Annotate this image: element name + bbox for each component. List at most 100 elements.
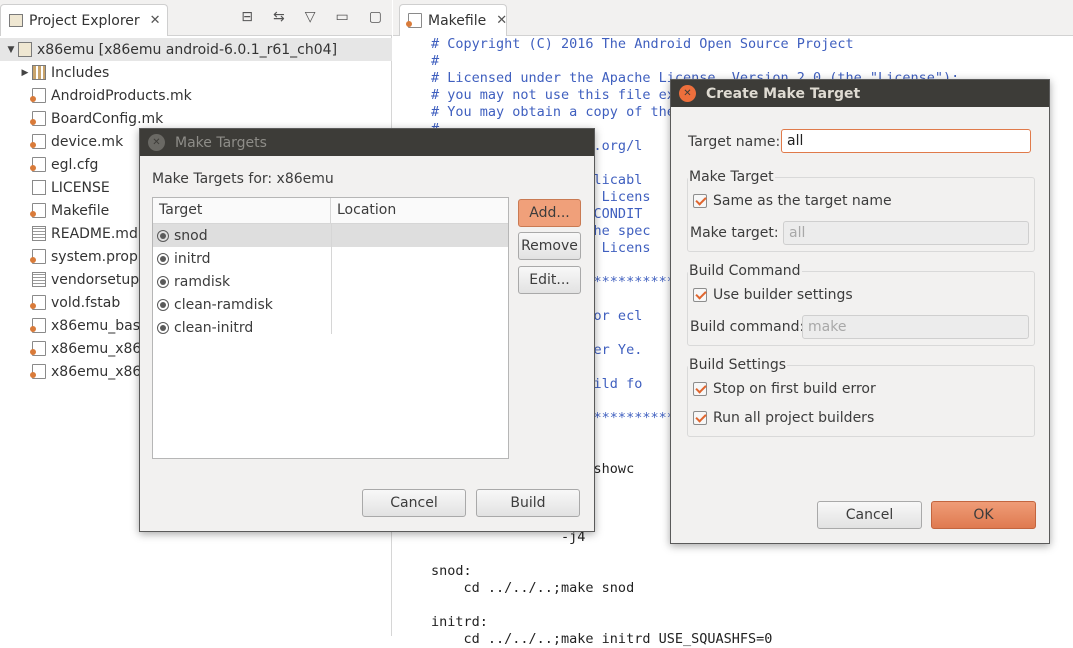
close-icon[interactable]: ✕ xyxy=(679,85,696,102)
dialog-title-bar: ✕ Create Make Target xyxy=(671,80,1049,107)
stop-on-first-error-checkbox[interactable]: Stop on first build error xyxy=(693,381,876,397)
code-line: # xyxy=(431,53,440,69)
text-file-icon xyxy=(32,272,46,287)
table-header: Target Location xyxy=(153,198,508,224)
column-separator xyxy=(331,224,332,334)
dialog-title: Create Make Target xyxy=(706,85,861,102)
code-line: initrd: xyxy=(431,614,488,630)
minimize-icon[interactable]: ▭ xyxy=(336,9,349,25)
use-builder-settings-checkbox[interactable]: Use builder settings xyxy=(693,287,853,303)
tree-item[interactable]: BoardConfig.mk xyxy=(0,107,392,130)
maximize-icon[interactable]: ▢ xyxy=(369,9,382,25)
dialog-title-bar: ✕ Make Targets xyxy=(140,129,594,156)
tree-item-label: x86emu_x86 xyxy=(51,363,142,380)
run-all-builders-checkbox[interactable]: Run all project builders xyxy=(693,410,874,426)
tab-project-explorer[interactable]: Project Explorer ✕ xyxy=(0,4,168,36)
target-name: clean-initrd xyxy=(174,319,254,336)
file-icon xyxy=(30,341,46,356)
make-target-icon xyxy=(157,275,169,288)
close-icon[interactable]: ✕ xyxy=(150,13,161,28)
build-settings-group-title: Build Settings xyxy=(688,357,788,373)
tree-item-label: x86emu [x86emu android-6.0.1_r61_ch04] xyxy=(37,41,338,58)
same-as-target-name-checkbox[interactable]: Same as the target name xyxy=(693,193,892,209)
makefile-icon xyxy=(406,13,422,28)
target-name-input[interactable] xyxy=(781,129,1031,153)
make-target-icon xyxy=(157,229,169,242)
build-command-group-title: Build Command xyxy=(688,263,802,279)
tree-item-label: egl.cfg xyxy=(51,156,99,173)
close-icon[interactable]: ✕ xyxy=(148,134,165,151)
tree-item-label: vendorsetup xyxy=(51,271,140,288)
tree-item-label: device.mk xyxy=(51,133,124,150)
code-line: cd ../../..;make snod xyxy=(431,580,635,596)
tree-item-label: Makefile xyxy=(51,202,110,219)
cancel-button[interactable]: Cancel xyxy=(362,489,466,517)
make-target-input xyxy=(783,221,1029,245)
file-icon xyxy=(30,203,46,218)
tree-item-label: vold.fstab xyxy=(51,294,121,311)
ok-button[interactable]: OK xyxy=(931,501,1036,529)
file-icon xyxy=(30,364,46,379)
targets-table: Target Location snod initrd ramdisk clean-r… xyxy=(152,197,509,459)
target-name: ramdisk xyxy=(174,273,231,290)
tree-item-label: README.md xyxy=(51,225,138,242)
make-targets-for-label: Make Targets for: x86emu xyxy=(152,171,334,187)
column-header-location[interactable]: Location xyxy=(331,198,402,223)
explorer-toolbar: ⊟ ⇆ ▽ ▭ ▢ xyxy=(241,9,382,25)
file-icon xyxy=(30,318,46,333)
checkbox-label: Same as the target name xyxy=(713,193,892,209)
tree-item-project[interactable]: ▼ x86emu [x86emu android-6.0.1_r61_ch04] xyxy=(0,38,392,61)
tree-item-label: system.prop xyxy=(51,248,138,265)
view-menu-icon[interactable]: ▽ xyxy=(305,9,316,25)
make-targets-dialog: ✕ Make Targets Make Targets for: x86emu … xyxy=(139,128,595,532)
build-command-input xyxy=(802,315,1029,339)
file-icon xyxy=(30,134,46,149)
tree-item-label: BoardConfig.mk xyxy=(51,110,164,127)
project-explorer-icon xyxy=(9,14,23,27)
library-icon xyxy=(32,65,46,80)
tree-item[interactable]: AndroidProducts.mk xyxy=(0,84,392,107)
collapse-all-icon[interactable]: ⊟ xyxy=(241,9,253,25)
remove-button[interactable]: Remove xyxy=(518,232,581,260)
checkbox-label: Run all project builders xyxy=(713,410,875,426)
file-icon xyxy=(30,88,46,103)
tree-item-label: Includes xyxy=(51,64,110,81)
column-header-target[interactable]: Target xyxy=(153,198,331,223)
code-line: # Copyright (C) 2016 The Android Open So… xyxy=(431,36,854,52)
project-icon xyxy=(18,42,32,57)
tab-label: Makefile xyxy=(428,12,487,29)
target-name-label: Target name: xyxy=(688,134,781,150)
link-editor-icon[interactable]: ⇆ xyxy=(273,9,285,25)
checkbox-checked-icon xyxy=(693,194,707,208)
code-line: snod: xyxy=(431,563,472,579)
build-button[interactable]: Build xyxy=(476,489,580,517)
close-icon[interactable]: ✕ xyxy=(496,13,507,28)
checkbox-checked-icon xyxy=(693,411,707,425)
file-icon xyxy=(30,111,46,126)
tree-item-label: AndroidProducts.mk xyxy=(51,87,192,104)
explorer-tab-bar: Project Explorer ✕ ⊟ ⇆ ▽ ▭ ▢ xyxy=(0,0,392,36)
tree-item[interactable]: ▶ Includes xyxy=(0,61,392,84)
checkbox-label: Stop on first build error xyxy=(713,381,876,397)
collapsed-arrow-icon[interactable]: ▶ xyxy=(18,68,32,78)
make-target-icon xyxy=(157,321,169,334)
checkbox-checked-icon xyxy=(693,288,707,302)
file-icon xyxy=(30,295,46,310)
file-icon xyxy=(30,249,46,264)
build-settings-group xyxy=(687,365,1035,437)
tree-item-label: x86emu_x86 xyxy=(51,340,142,357)
file-icon xyxy=(30,157,46,172)
cancel-button[interactable]: Cancel xyxy=(817,501,922,529)
create-make-target-dialog: ✕ Create Make Target Target name: Make T… xyxy=(670,79,1050,544)
table-body: snod initrd ramdisk clean-ramdisk clean-init… xyxy=(153,224,508,339)
checkbox-checked-icon xyxy=(693,382,707,396)
tab-makefile[interactable]: Makefile ✕ xyxy=(399,4,507,36)
make-target-icon xyxy=(157,252,169,265)
edit-button[interactable]: Edit... xyxy=(518,266,581,294)
expand-arrow-icon[interactable]: ▼ xyxy=(4,45,18,55)
add-button[interactable]: Add... xyxy=(518,199,581,227)
make-target-label: Make target: xyxy=(690,225,779,241)
checkbox-label: Use builder settings xyxy=(713,287,853,303)
